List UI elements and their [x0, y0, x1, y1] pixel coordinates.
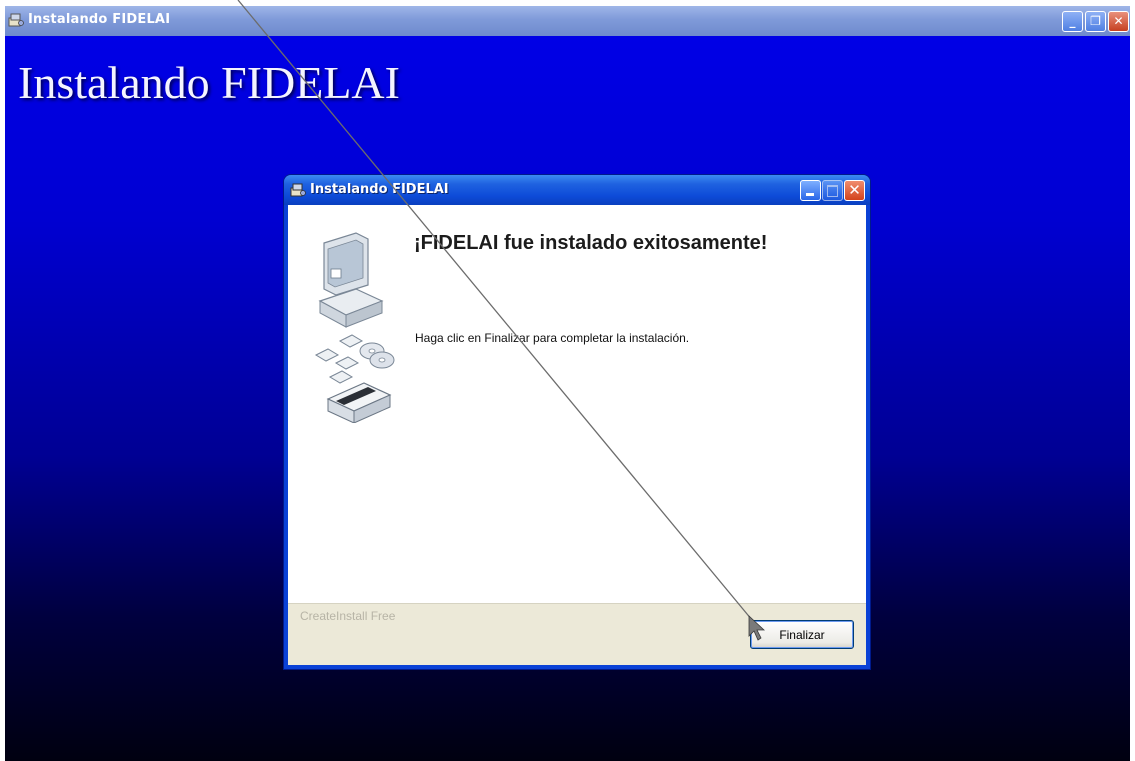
- finish-button[interactable]: Finalizar: [750, 620, 854, 649]
- close-button[interactable]: ✕: [1108, 11, 1129, 32]
- installer-icon: [8, 13, 24, 27]
- dialog-close-button[interactable]: ✕: [844, 180, 865, 201]
- dialog-minimize-button[interactable]: [800, 180, 821, 201]
- outer-installer-window: Instalando FIDELAI _ ❐ ✕ Instalando FIDE…: [5, 6, 1130, 761]
- computer-disks-package-icon: [314, 232, 395, 423]
- close-icon: ✕: [848, 181, 861, 199]
- dialog-footer: CreateInstall Free Finalizar: [288, 603, 866, 665]
- outer-titlebar[interactable]: Instalando FIDELAI _ ❐ ✕: [5, 6, 1130, 36]
- restore-button[interactable]: ❐: [1085, 11, 1106, 32]
- install-complete-dialog: Instalando FIDELAI ✕ ¡FIDELAI fue instal…: [284, 175, 870, 669]
- close-icon: ✕: [1113, 14, 1124, 28]
- restore-icon: ❐: [1090, 14, 1101, 28]
- minimize-icon: _: [1069, 14, 1076, 28]
- instruction-text: Haga clic en Finalizar para completar la…: [415, 331, 690, 345]
- page-title: Instalando FIDELAI: [18, 57, 400, 108]
- minimize-button[interactable]: _: [1062, 11, 1083, 32]
- brand-label: CreateInstall Free: [300, 609, 396, 623]
- dialog-maximize-button: [822, 180, 843, 201]
- outer-window-title: Instalando FIDELAI: [28, 12, 171, 27]
- dialog-titlebar[interactable]: Instalando FIDELAI ✕: [284, 175, 870, 205]
- success-heading: ¡FIDELAI fue instalado exitosamente!: [414, 232, 768, 254]
- installer-icon: [290, 183, 306, 197]
- dialog-content: ¡FIDELAI fue instalado exitosamente! Hag…: [288, 205, 866, 603]
- dialog-title: Instalando FIDELAI: [310, 182, 449, 197]
